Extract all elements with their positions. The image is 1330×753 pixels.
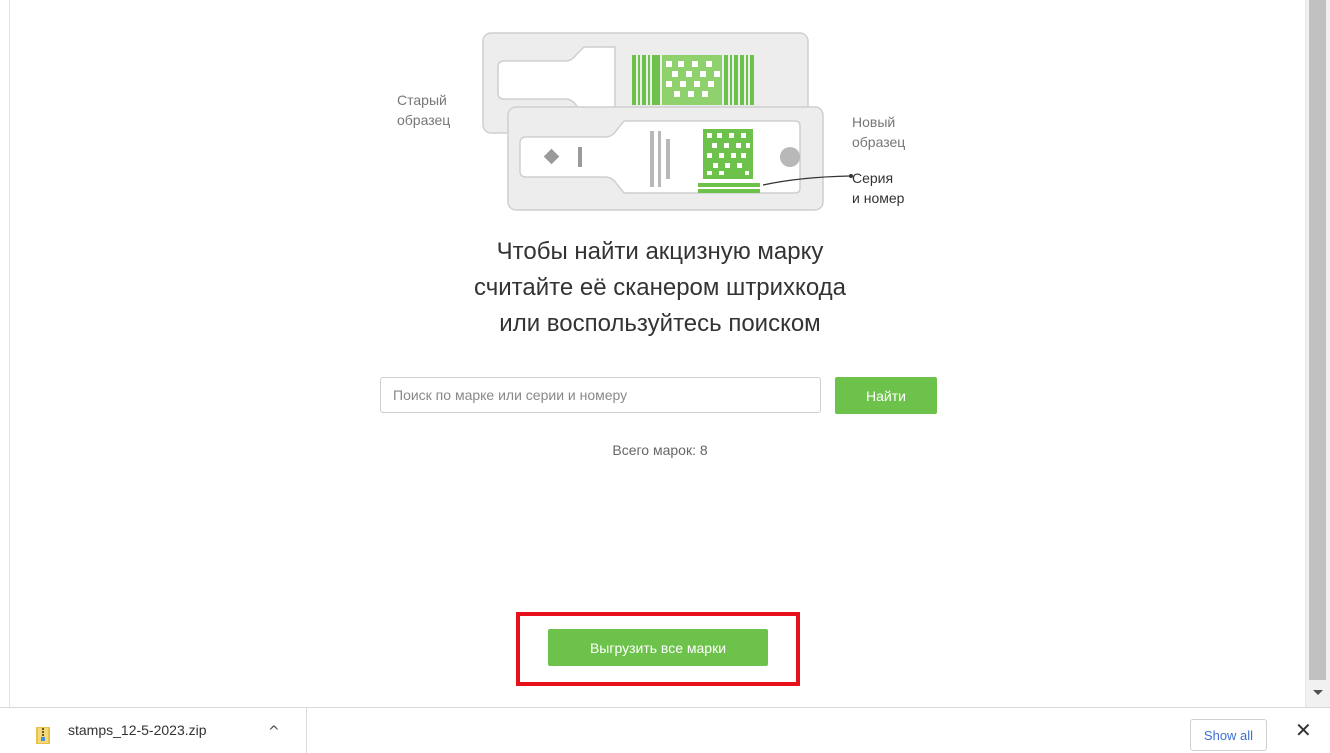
old-label-line1: Старый bbox=[397, 92, 447, 108]
download-bar: stamps_12-5-2023.zip ^ Show all ✕ bbox=[0, 707, 1330, 753]
search-input[interactable] bbox=[380, 377, 821, 413]
old-sample-label: Старый образец bbox=[397, 90, 450, 130]
export-all-button[interactable]: Выгрузить все марки bbox=[548, 629, 768, 666]
zip-file-icon bbox=[36, 727, 50, 744]
download-file-name[interactable]: stamps_12-5-2023.zip bbox=[68, 722, 207, 738]
page-heading: Чтобы найти акцизную марку считайте её с… bbox=[380, 234, 940, 342]
chevron-up-icon[interactable]: ^ bbox=[268, 724, 280, 740]
series-number-label: Серия и номер bbox=[852, 168, 904, 208]
left-border bbox=[0, 0, 10, 707]
new-label-line2: образец bbox=[852, 134, 906, 150]
download-item[interactable]: stamps_12-5-2023.zip ^ bbox=[0, 708, 307, 753]
scroll-down-arrow-icon[interactable] bbox=[1313, 690, 1323, 695]
new-sample-label: Новый образец bbox=[852, 112, 905, 152]
heading-line1: Чтобы найти акцизную марку bbox=[496, 238, 824, 265]
series-label-line1: Серия bbox=[852, 170, 894, 186]
page-content: Старый образец Новый образец Серия и ном… bbox=[0, 0, 1330, 707]
stamp-illustration: Старый образец Новый образец Серия и ном… bbox=[380, 25, 960, 225]
new-label-line1: Новый bbox=[852, 114, 896, 130]
vertical-scrollbar[interactable] bbox=[1306, 0, 1330, 707]
show-all-button[interactable]: Show all bbox=[1190, 719, 1267, 751]
series-label-line2: и номер bbox=[852, 190, 905, 206]
heading-line2: считайте её сканером штрихкода bbox=[474, 274, 846, 301]
close-icon[interactable]: ✕ bbox=[1295, 720, 1312, 740]
scrollbar-thumb[interactable] bbox=[1309, 0, 1326, 680]
find-button[interactable]: Найти bbox=[835, 377, 937, 414]
old-label-line2: образец bbox=[397, 112, 451, 128]
heading-line3: или воспользуйтесь поиском bbox=[499, 310, 821, 337]
total-stamps-count: Всего марок: 8 bbox=[612, 442, 708, 458]
